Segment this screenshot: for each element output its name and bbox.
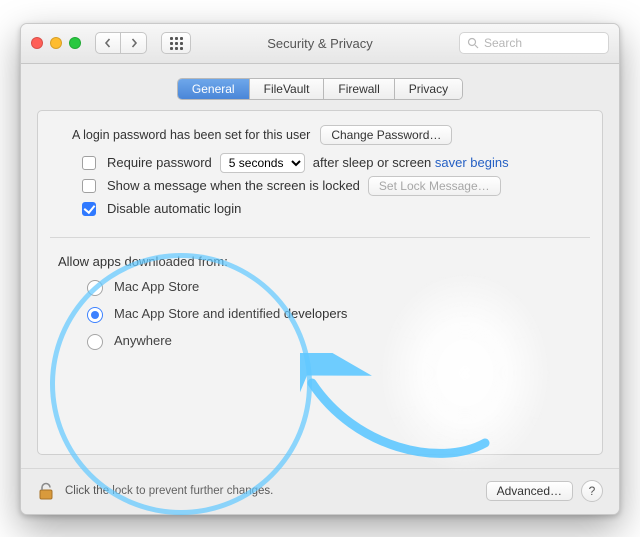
require-password-label-after: after sleep or screen saver begins (313, 155, 509, 170)
show-message-checkbox[interactable] (82, 179, 96, 193)
tab-filevault[interactable]: FileVault (250, 79, 325, 99)
search-placeholder: Search (484, 36, 522, 50)
general-content-panel: A login password has been set for this u… (37, 110, 603, 455)
radio-mac-app-store-dev-label: Mac App Store and identified developers (114, 306, 347, 321)
advanced-button[interactable]: Advanced… (486, 481, 573, 501)
allow-apps-title: Allow apps downloaded from: (58, 254, 584, 269)
security-privacy-window: Security & Privacy Search General FileVa… (20, 23, 620, 515)
show-message-label: Show a message when the screen is locked (107, 178, 360, 193)
show-all-prefs-button[interactable] (161, 32, 191, 54)
nav-buttons (95, 32, 147, 54)
radio-anywhere-label: Anywhere (114, 333, 172, 348)
window-traffic-lights (31, 37, 81, 49)
allow-apps-option-mas-dev: Mac App Store and identified developers (82, 304, 584, 323)
window-footer: Click the lock to prevent further change… (21, 468, 619, 514)
change-password-button[interactable]: Change Password… (320, 125, 452, 145)
radio-mac-app-store[interactable] (87, 280, 103, 296)
help-button[interactable]: ? (581, 480, 603, 502)
footer-right: Advanced… ? (486, 480, 603, 502)
tab-firewall[interactable]: Firewall (324, 79, 394, 99)
tab-privacy[interactable]: Privacy (395, 79, 462, 99)
radio-mac-app-store-dev[interactable] (87, 307, 103, 323)
set-lock-message-button[interactable]: Set Lock Message… (368, 176, 501, 196)
close-window-icon[interactable] (31, 37, 43, 49)
back-button[interactable] (95, 32, 121, 54)
search-icon (467, 37, 479, 49)
tabs-row: General FileVault Firewall Privacy (21, 78, 619, 100)
radio-anywhere[interactable] (87, 334, 103, 350)
login-password-row: A login password has been set for this u… (72, 125, 584, 145)
section-divider (50, 237, 590, 238)
tab-general[interactable]: General (178, 79, 250, 99)
screenshot-wrap: Security & Privacy Search General FileVa… (20, 23, 620, 515)
disable-auto-login-label: Disable automatic login (107, 201, 241, 216)
radio-mac-app-store-label: Mac App Store (114, 279, 199, 294)
lock-icon[interactable] (37, 481, 55, 501)
minimize-window-icon[interactable] (50, 37, 62, 49)
screensaver-begins-link[interactable]: saver begins (435, 155, 509, 170)
require-password-label-before: Require password (107, 155, 212, 170)
zoom-window-icon[interactable] (69, 37, 81, 49)
allow-apps-option-anywhere: Anywhere (82, 331, 584, 350)
allow-apps-option-mas: Mac App Store (82, 277, 584, 296)
forward-button[interactable] (121, 32, 147, 54)
require-password-delay-select[interactable]: 5 seconds (220, 153, 305, 173)
segmented-tabs: General FileVault Firewall Privacy (177, 78, 463, 100)
require-password-row: Require password 5 seconds after sleep o… (78, 153, 584, 173)
chevron-left-icon (103, 38, 113, 48)
disable-auto-login-checkbox[interactable] (82, 202, 96, 216)
window-titlebar: Security & Privacy Search (21, 24, 619, 64)
search-input[interactable]: Search (459, 32, 609, 54)
grid-icon (170, 37, 183, 50)
chevron-right-icon (129, 38, 139, 48)
show-message-row: Show a message when the screen is locked… (78, 176, 584, 196)
disable-auto-login-row: Disable automatic login (78, 199, 584, 219)
lock-hint-text: Click the lock to prevent further change… (65, 485, 273, 497)
login-password-label: A login password has been set for this u… (72, 128, 310, 142)
require-password-checkbox[interactable] (82, 156, 96, 170)
